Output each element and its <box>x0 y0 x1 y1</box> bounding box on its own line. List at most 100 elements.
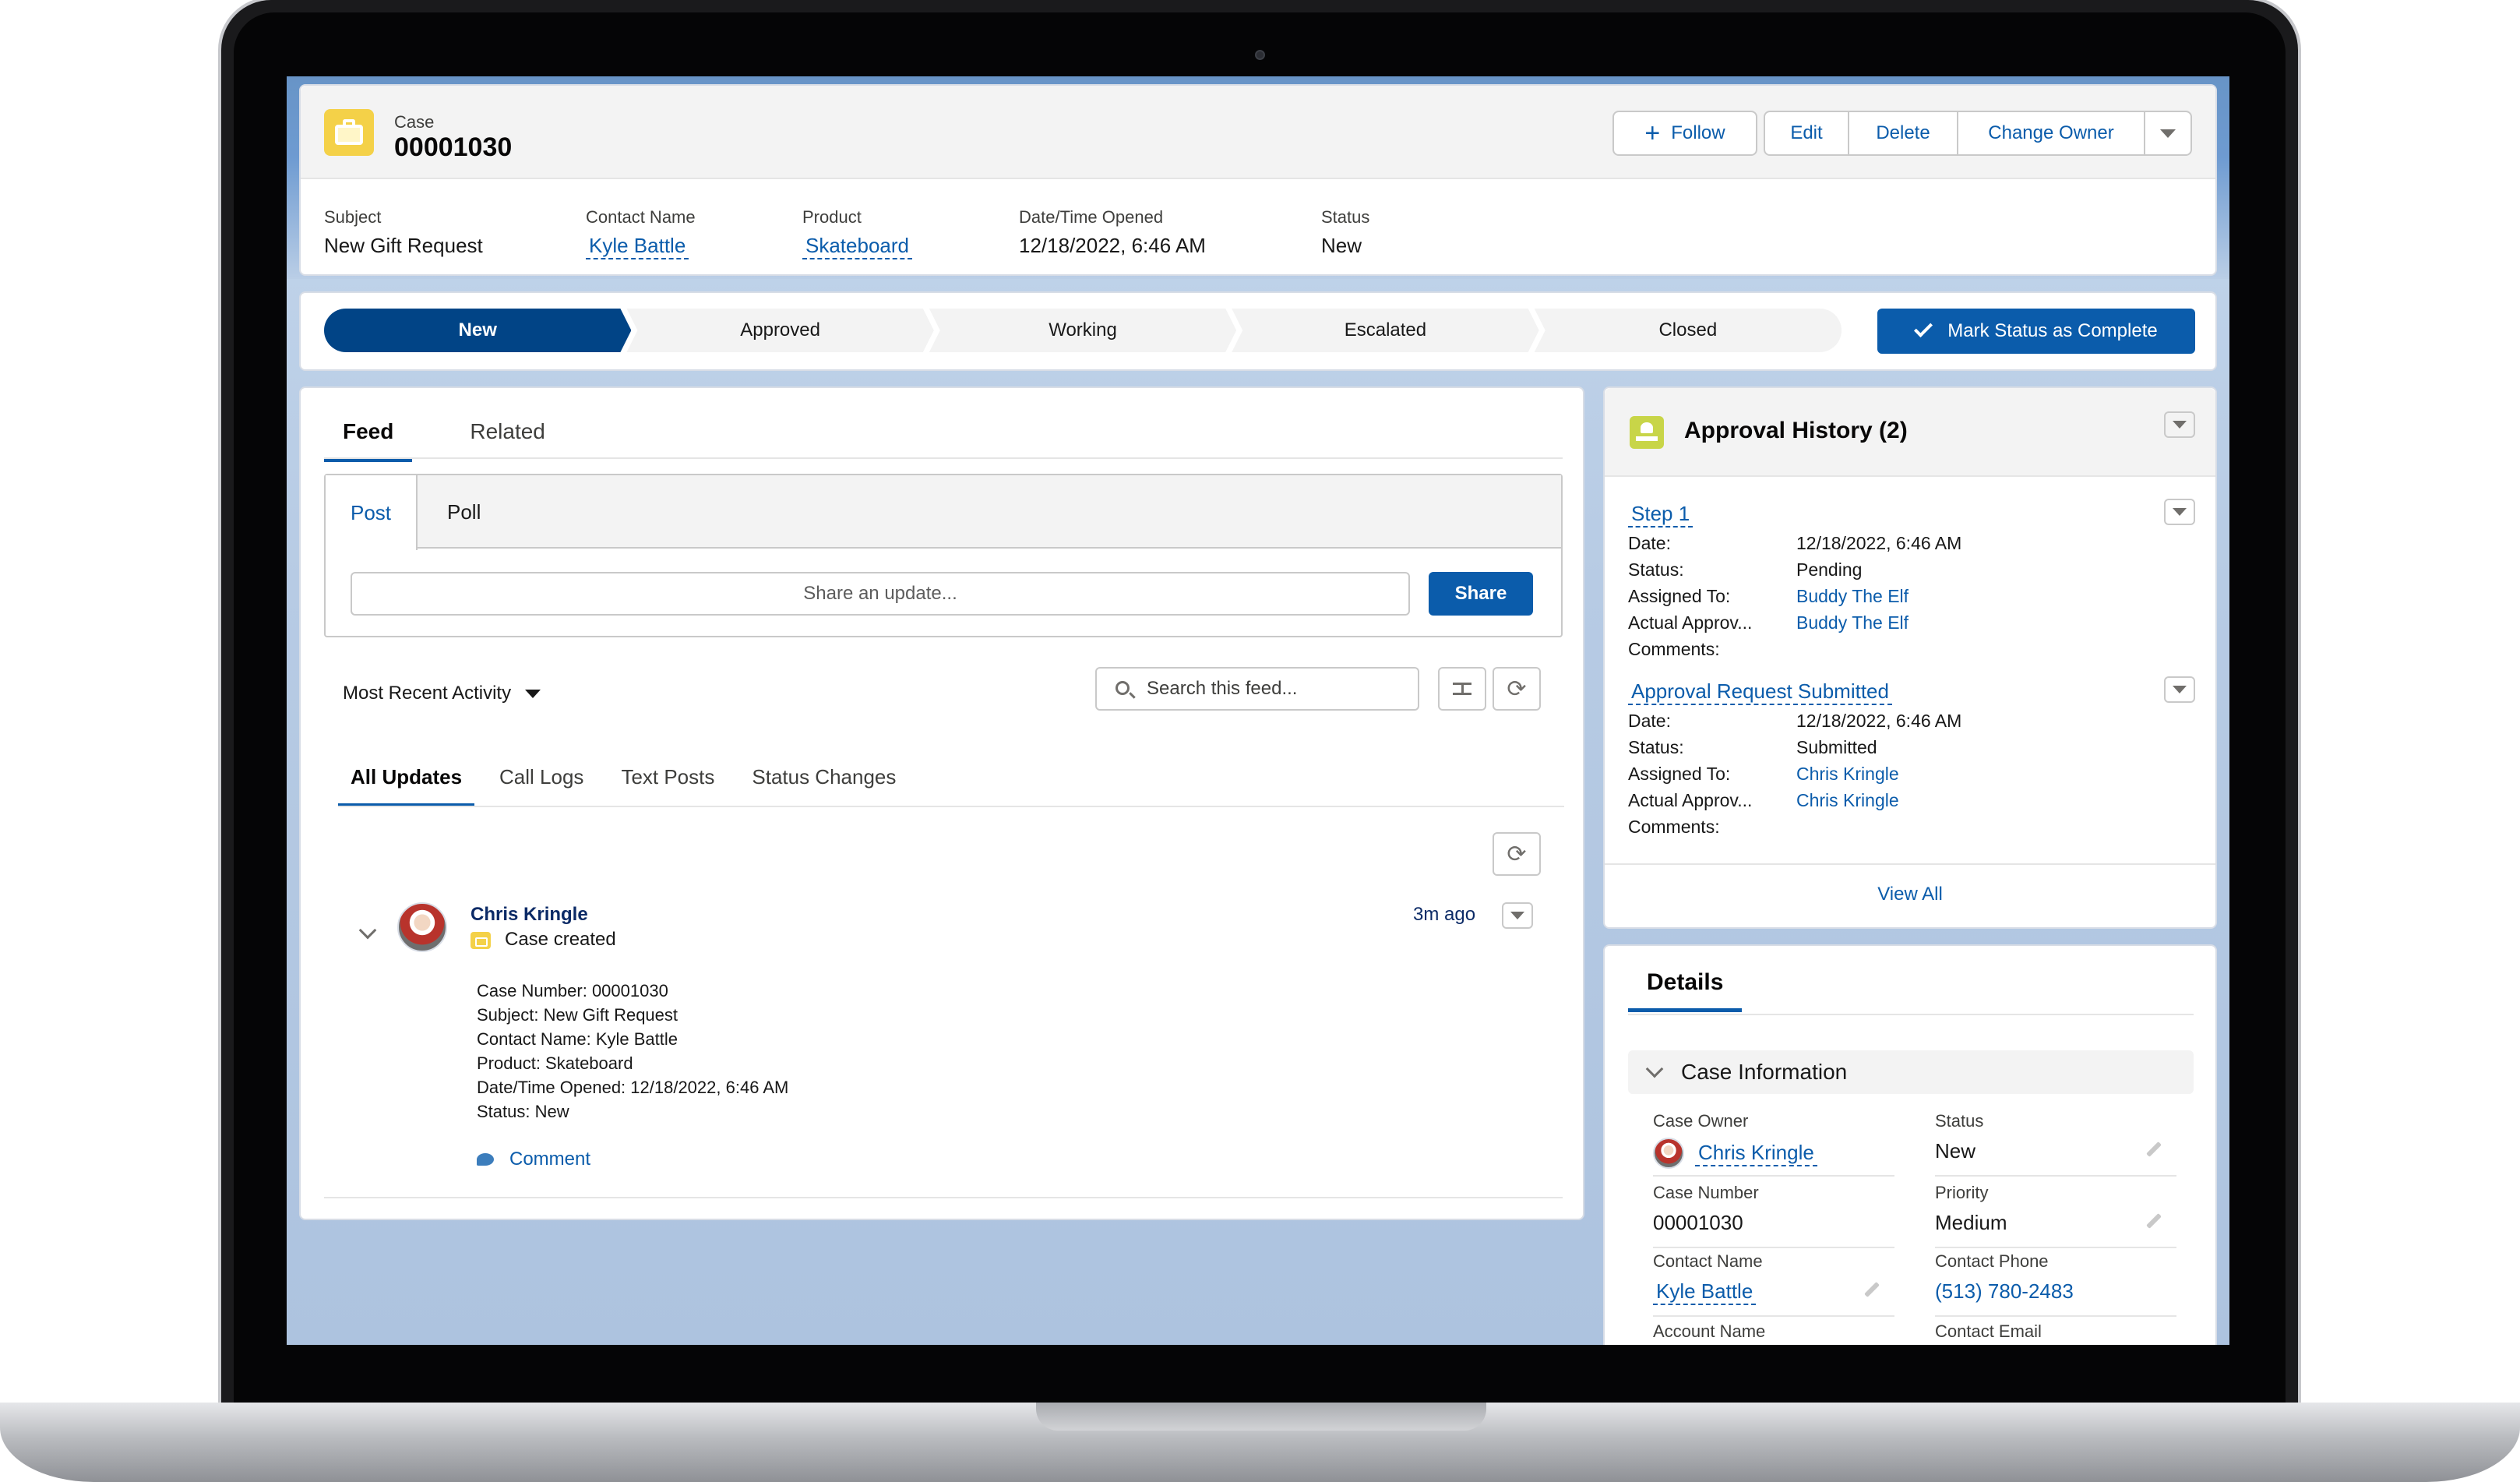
feed-timestamp-link[interactable]: 3m ago <box>1413 904 1475 926</box>
sort-dropdown[interactable]: Most Recent Activity <box>343 683 541 704</box>
publisher-tabs: Post Poll <box>326 475 1561 550</box>
mark-complete-button[interactable]: Mark Status as Complete <box>1877 309 2195 354</box>
approval-key: Date: <box>1628 533 1671 553</box>
feed-body-line: Date/Time Opened: 12/18/2022, 6:46 AM <box>477 1078 789 1097</box>
chevron-down-icon <box>2173 508 2187 516</box>
approval-step-link[interactable]: Approval Request Submitted <box>1628 679 1892 705</box>
field-label: Case Owner <box>1653 1111 1749 1131</box>
section-case-information[interactable]: Case Information <box>1628 1050 2194 1094</box>
comment-label: Comment <box>509 1149 591 1170</box>
path-stage-closed[interactable]: Closed <box>1534 309 1842 352</box>
assigned-to-link[interactable]: Chris Kringle <box>1796 763 1899 785</box>
approval-history-card: Approval History (2) Step 1 Date: 12/18/2… <box>1603 386 2217 929</box>
refresh-button[interactable]: ⟳ <box>1493 667 1541 711</box>
record-header: Case 00001030 + Follow Edit Delete Change… <box>299 84 2217 276</box>
approval-key: Assigned To: <box>1628 764 1731 784</box>
field-label: Priority <box>1935 1183 1989 1202</box>
feed-item-menu-button[interactable] <box>1502 902 1533 929</box>
record-name: 00001030 <box>394 132 513 162</box>
tab-details[interactable]: Details <box>1628 969 1743 1012</box>
case-icon <box>324 109 374 156</box>
share-update-input[interactable]: Share an update... <box>351 572 1410 616</box>
comment-button[interactable]: Comment <box>477 1149 590 1170</box>
approval-key: Comments: <box>1628 639 1720 659</box>
details-card: Details Case Information Case Owner Chri… <box>1603 944 2217 1345</box>
chevron-down-icon <box>2173 421 2187 429</box>
approval-key: Actual Approv... <box>1628 790 1753 810</box>
sort-label: Most Recent Activity <box>343 683 512 704</box>
publisher-tab-post[interactable]: Post <box>326 475 418 550</box>
section-title: Case Information <box>1681 1060 1848 1084</box>
highlight-label: Product <box>802 207 862 227</box>
publisher-tab-poll[interactable]: Poll <box>422 475 506 549</box>
field-label: Contact Phone <box>1935 1251 2049 1271</box>
path-stage-approved[interactable]: Approved <box>626 309 933 352</box>
contact-phone-link[interactable]: (513) 780-2483 <box>1935 1279 2176 1304</box>
search-icon <box>1115 681 1130 695</box>
search-feed-input[interactable]: Search this feed... <box>1095 667 1419 711</box>
collapse-all-button[interactable] <box>1438 667 1486 711</box>
edit-pencil-icon[interactable] <box>1864 1282 1880 1297</box>
field-status: Status New <box>1935 1111 2176 1177</box>
approval-history-header: Approval History (2) <box>1605 388 2215 477</box>
tab-text-posts[interactable]: Text Posts <box>608 760 727 806</box>
approval-history-title[interactable]: Approval History (2) <box>1684 418 1908 444</box>
approval-key: Assigned To: <box>1628 586 1731 606</box>
field-account-name: Account Name <box>1653 1321 1894 1345</box>
feed-body-line: Subject: New Gift Request <box>477 1005 678 1025</box>
edit-button[interactable]: Edit <box>1764 111 1849 156</box>
laptop-notch <box>1036 1403 1486 1431</box>
actual-approver-link[interactable]: Chris Kringle <box>1796 789 1899 811</box>
share-button[interactable]: Share <box>1429 572 1533 616</box>
tab-call-logs[interactable]: Call Logs <box>487 760 596 806</box>
tab-feed[interactable]: Feed <box>324 411 413 462</box>
highlight-label: Status <box>1321 207 1370 227</box>
view-all-link[interactable]: View All <box>1605 884 2215 905</box>
approval-row: Comments: <box>1628 638 1961 660</box>
refresh-icon: ⟳ <box>1507 841 1527 867</box>
follow-button[interactable]: + Follow <box>1612 111 1757 156</box>
path-stage-new[interactable]: New <box>324 309 631 352</box>
field-case-number: Case Number 00001030 <box>1653 1183 1894 1248</box>
approval-step-link[interactable]: Step 1 <box>1628 502 1694 528</box>
highlight-value: New Gift Request <box>324 234 483 257</box>
approval-row: Status: Submitted <box>1628 736 1961 758</box>
contact-name-link[interactable]: Kyle Battle <box>1653 1279 1757 1305</box>
tab-related[interactable]: Related <box>451 411 564 462</box>
product-link[interactable]: Skateboard <box>802 234 912 259</box>
case-owner-link[interactable]: Chris Kringle <box>1695 1141 1817 1166</box>
approval-step-menu-button[interactable] <box>2164 499 2195 525</box>
contact-name-link[interactable]: Kyle Battle <box>586 234 689 259</box>
caret-down-icon <box>525 689 541 698</box>
approval-history-menu-button[interactable] <box>2164 411 2195 438</box>
actual-approver-link[interactable]: Buddy The Elf <box>1796 612 1909 633</box>
feed-filter-tabs: All Updates Call Logs Text Posts Status … <box>338 760 908 806</box>
refresh-feed-button[interactable]: ⟳ <box>1493 832 1541 876</box>
change-owner-button[interactable]: Change Owner <box>1958 111 2145 156</box>
avatar[interactable] <box>397 902 447 952</box>
approval-step-menu-button[interactable] <box>2164 676 2195 703</box>
camera-icon <box>1255 50 1265 60</box>
more-actions-button[interactable] <box>2145 111 2192 156</box>
refresh-icon: ⟳ <box>1507 676 1527 702</box>
field-value: Medium <box>1935 1211 2007 1234</box>
status-path: New Approved Working Escalated Closed Ma… <box>299 291 2217 371</box>
delete-button[interactable]: Delete <box>1849 111 1958 156</box>
highlight-status: Status New <box>1321 207 1369 258</box>
path-stage-escalated[interactable]: Escalated <box>1232 309 1538 352</box>
field-case-owner: Case Owner Chris Kringle <box>1653 1111 1894 1177</box>
field-label: Case Number <box>1653 1183 1759 1202</box>
approval-icon <box>1630 416 1664 449</box>
field-label: Contact Name <box>1653 1251 1763 1271</box>
feed-author-link[interactable]: Chris Kringle <box>471 904 588 926</box>
approval-value: Pending <box>1796 559 1863 580</box>
assigned-to-link[interactable]: Buddy The Elf <box>1796 585 1909 607</box>
tab-all-updates[interactable]: All Updates <box>338 760 475 806</box>
field-label: Status <box>1935 1111 1984 1131</box>
tab-status-changes[interactable]: Status Changes <box>739 760 908 806</box>
chevron-down-icon[interactable] <box>358 921 377 940</box>
approval-value: 12/18/2022, 6:46 AM <box>1796 533 1962 553</box>
path-stage-working[interactable]: Working <box>929 309 1236 352</box>
collapse-icon <box>1453 681 1471 697</box>
chevron-down-icon <box>2160 129 2176 138</box>
